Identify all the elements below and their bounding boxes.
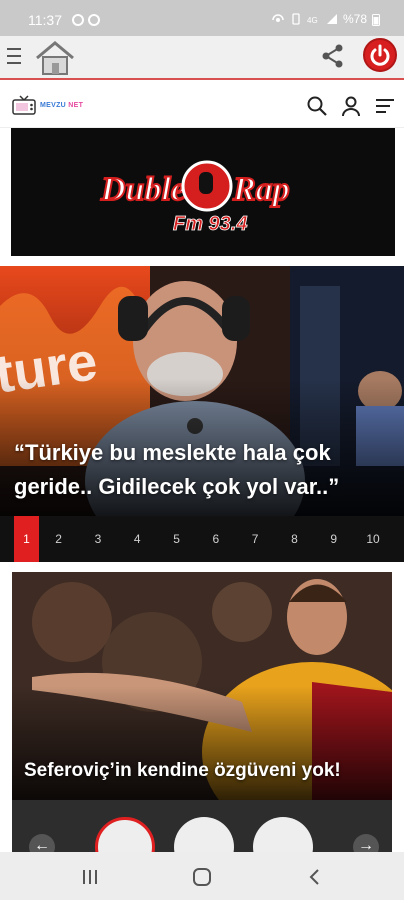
arrow-right-icon[interactable]: → [353, 834, 379, 852]
duble-rap-logo: Duble Rap Fm 93.4 [99, 160, 291, 235]
back-icon[interactable] [304, 866, 326, 888]
page-button-9[interactable]: 9 [314, 516, 353, 562]
tv-logo-icon [12, 95, 36, 115]
battery-percent: %78 [342, 12, 367, 26]
svg-text:4G: 4G [307, 16, 318, 25]
brand-left: Duble [100, 171, 186, 208]
signal-icon [326, 14, 337, 24]
page-button-3[interactable]: 3 [78, 516, 117, 562]
author-avatar-3[interactable] [253, 817, 313, 852]
vibrate-icon [292, 13, 300, 25]
status-right: 4G %78 [271, 12, 380, 26]
brand-frequency: Fm 93.4 [173, 213, 247, 235]
slider-title[interactable]: “Türkiye bu meslekte hala çok geride.. G… [14, 436, 390, 504]
user-icon[interactable] [340, 95, 362, 117]
battery-icon [372, 13, 380, 26]
arrow-left-icon[interactable]: ← [29, 834, 55, 852]
author-avatar-1[interactable] [95, 817, 155, 852]
search-icon[interactable] [306, 95, 328, 117]
status-bar: 11:37 4G %78 [0, 0, 404, 36]
site-logo[interactable]: MEVZU NET [12, 94, 83, 116]
power-button[interactable] [363, 38, 397, 72]
page-button-1[interactable]: 1 [14, 516, 39, 562]
radio-banner[interactable]: Duble Rap Fm 93.4 [11, 128, 395, 256]
check-icon [88, 14, 100, 26]
power-icon [370, 44, 390, 66]
app-toolbar [0, 36, 404, 80]
recents-icon[interactable] [79, 866, 101, 888]
status-time: 11:37 [28, 12, 62, 28]
site-header: MEVZU NET [0, 82, 404, 128]
share-icon[interactable] [320, 43, 346, 69]
page-button-4[interactable]: 4 [118, 516, 157, 562]
system-nav-bar [0, 852, 404, 900]
screen: 11:37 4G %78 MEVZU NET Duble Rap Fm 93.4… [0, 0, 404, 900]
logo-text: MEVZU NET [40, 101, 84, 109]
slider-pager: 1 2 3 4 5 6 7 8 9 10 [0, 516, 404, 562]
hotspot-icon [272, 14, 284, 22]
page-button-7[interactable]: 7 [235, 516, 274, 562]
4g-icon: 4G [307, 16, 318, 25]
author-avatar-2[interactable] [174, 817, 234, 852]
home-nav-icon[interactable] [191, 866, 213, 888]
news-card[interactable]: Seferoviç’in kendine özgüveni yok! [12, 572, 392, 800]
featured-slider[interactable]: ture “Türkiye bu meslekte hala çok gerid… [0, 266, 404, 562]
page-button-5[interactable]: 5 [157, 516, 196, 562]
mic-icon [199, 172, 213, 194]
page-button-8[interactable]: 8 [275, 516, 314, 562]
filter-menu-icon[interactable] [374, 95, 396, 117]
menu-icon[interactable] [7, 48, 21, 66]
brand-right: Rap [232, 171, 290, 208]
whatsapp-icon [72, 14, 84, 26]
author-strip: ← → [12, 800, 392, 852]
page-button-6[interactable]: 6 [196, 516, 235, 562]
page-button-2[interactable]: 2 [39, 516, 78, 562]
home-icon[interactable] [33, 39, 77, 77]
page-button-10[interactable]: 10 [353, 516, 392, 562]
news-card-title[interactable]: Seferoviç’in kendine özgüveni yok! [24, 760, 341, 782]
